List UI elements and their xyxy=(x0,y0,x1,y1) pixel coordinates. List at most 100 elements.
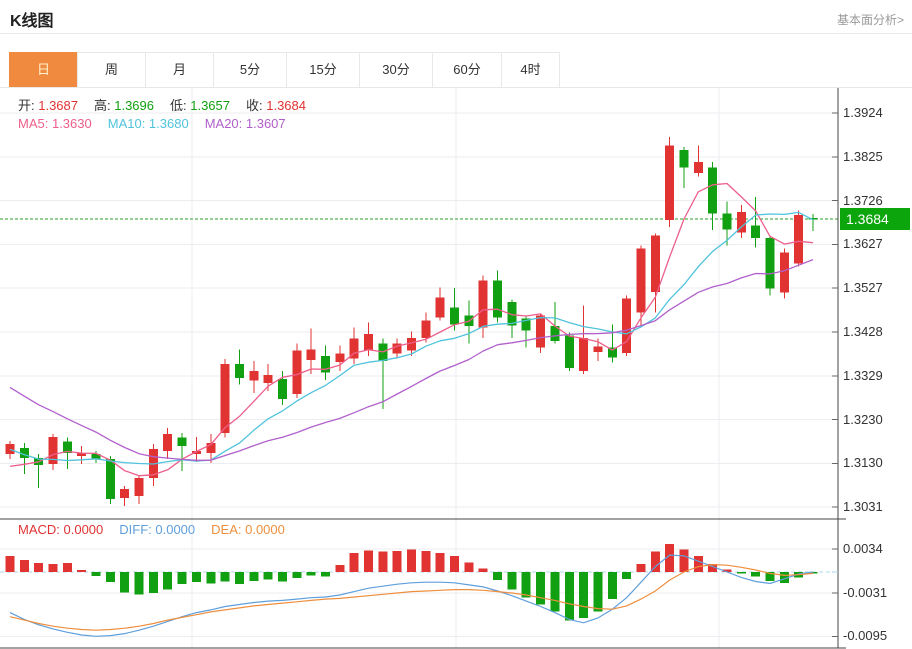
candle-body xyxy=(77,453,86,456)
candle-body xyxy=(536,316,545,348)
candle-body xyxy=(135,478,144,496)
legend-item: 收: 1.3684 xyxy=(246,98,306,113)
macd-bar xyxy=(34,563,43,572)
candle-body xyxy=(335,354,344,362)
macd-bar xyxy=(608,572,617,599)
legend-item: MA10: 1.3680 xyxy=(108,116,189,131)
candle-body xyxy=(221,364,230,433)
macd-bar xyxy=(479,569,488,572)
candle-body xyxy=(321,356,330,373)
ma10-line xyxy=(10,212,813,464)
candle-body xyxy=(479,281,488,328)
candle-body xyxy=(608,347,617,357)
candle-body xyxy=(622,298,631,352)
legend-item: MA5: 1.3630 xyxy=(18,116,92,131)
candle-body xyxy=(235,364,244,378)
macd-bar xyxy=(737,572,746,574)
tab-60分[interactable]: 60分 xyxy=(432,52,502,88)
macd-bar xyxy=(378,552,387,572)
candle-body xyxy=(120,489,129,498)
candle-body xyxy=(163,434,172,451)
macd-bar xyxy=(493,572,502,580)
macd-axis-label: -0.0031 xyxy=(843,583,909,603)
legend-item: DEA: 0.0000 xyxy=(211,522,285,537)
macd-bar xyxy=(421,551,430,572)
candle-body xyxy=(694,162,703,173)
kline-widget: K线图 基本面分析> 日周月5分15分30分60分4时 开: 1.3687 高: … xyxy=(0,0,912,649)
legend-item: 高: 1.3696 xyxy=(94,98,154,113)
macd-bar xyxy=(536,572,545,604)
candle-body xyxy=(809,218,818,220)
candle-body xyxy=(493,281,502,318)
macd-bar xyxy=(780,572,789,583)
macd-bar xyxy=(307,572,316,575)
tab-月[interactable]: 月 xyxy=(145,52,214,88)
macd-axis-label: 0.0034 xyxy=(843,539,909,559)
macd-bar xyxy=(63,563,72,572)
candle-body xyxy=(565,336,574,368)
page-title: K线图 xyxy=(10,7,54,31)
macd-bar xyxy=(163,572,172,590)
candle-body xyxy=(436,297,445,317)
title-divider xyxy=(0,33,912,34)
candle-body xyxy=(63,442,72,453)
macd-bar xyxy=(106,572,115,582)
macd-bar xyxy=(550,572,559,611)
tab-15分[interactable]: 15分 xyxy=(286,52,360,88)
tab-30分[interactable]: 30分 xyxy=(359,52,433,88)
candle-body xyxy=(679,150,688,167)
macd-bar xyxy=(77,570,86,572)
candle-body xyxy=(350,339,359,359)
macd-bar xyxy=(809,572,818,574)
diff-line xyxy=(10,555,813,636)
macd-bar xyxy=(364,550,373,572)
price-axis-label: 1.3031 xyxy=(843,497,909,517)
macd-bar xyxy=(665,544,674,572)
candle-body xyxy=(665,145,674,220)
tab-周[interactable]: 周 xyxy=(77,52,146,88)
candle-body xyxy=(579,338,588,371)
ohlc-legend: 开: 1.3687 高: 1.3696 低: 1.3657 收: 1.3684 xyxy=(18,95,322,114)
candle-body xyxy=(6,444,15,454)
macd-bar xyxy=(450,556,459,572)
candle-body xyxy=(651,236,660,293)
macd-bar xyxy=(292,572,301,578)
macd-bar xyxy=(651,552,660,572)
macd-bar xyxy=(522,572,531,598)
macd-bar xyxy=(794,572,803,577)
legend-item: 低: 1.3657 xyxy=(170,98,230,113)
tab-日[interactable]: 日 xyxy=(9,52,78,88)
macd-bar xyxy=(235,572,244,584)
candle-body xyxy=(149,449,158,478)
fundamental-analysis-link[interactable]: 基本面分析> xyxy=(837,11,904,28)
macd-bar xyxy=(135,572,144,594)
macd-bar xyxy=(393,551,402,572)
ma-legend: MA5: 1.3630 MA10: 1.3680 MA20: 1.3607 xyxy=(18,116,302,131)
macd-bar xyxy=(436,553,445,572)
candle-body xyxy=(278,379,287,399)
macd-bar xyxy=(407,550,416,572)
macd-bar xyxy=(178,572,187,584)
candle-body xyxy=(264,375,273,383)
candle-body xyxy=(378,344,387,361)
legend-item: 开: 1.3687 xyxy=(18,98,78,113)
candle-body xyxy=(723,213,732,229)
macd-bar xyxy=(335,565,344,572)
candle-body xyxy=(106,459,115,499)
macd-bar xyxy=(565,572,574,621)
candle-body xyxy=(364,334,373,351)
tab-4时[interactable]: 4时 xyxy=(501,52,560,88)
candle-body xyxy=(292,351,301,394)
macd-axis-label: -0.0095 xyxy=(843,626,909,646)
candle-body xyxy=(34,458,43,465)
candle-body xyxy=(192,451,201,454)
candle-body xyxy=(766,238,775,288)
macd-bar xyxy=(278,572,287,581)
candle-body xyxy=(751,225,760,238)
candle-body xyxy=(393,344,402,354)
current-price-tag: 1.3684 xyxy=(840,208,910,230)
candle-body xyxy=(407,338,416,351)
legend-item: DIFF: 0.0000 xyxy=(119,522,195,537)
legend-item: MA20: 1.3607 xyxy=(205,116,286,131)
tab-5分[interactable]: 5分 xyxy=(213,52,287,88)
